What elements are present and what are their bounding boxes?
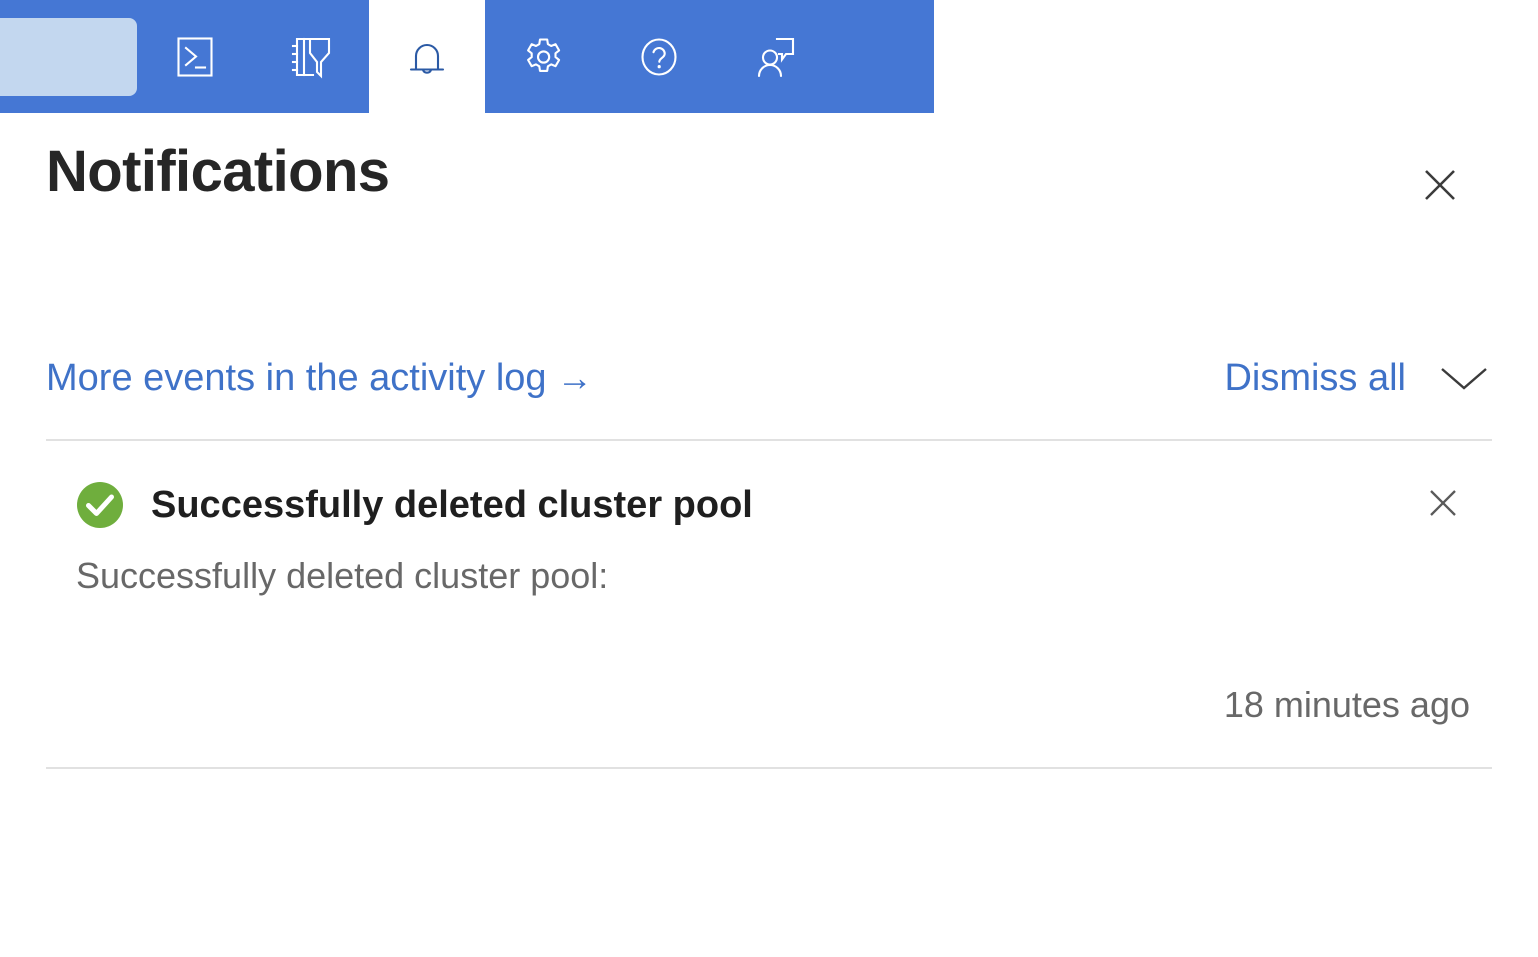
dismiss-notification-button[interactable]	[1415, 477, 1471, 533]
chevron-down-icon[interactable]	[1436, 361, 1492, 395]
arrow-right-icon: →	[557, 360, 593, 396]
topbar-button-settings[interactable]	[485, 0, 601, 113]
notification-description: Successfully deleted cluster pool:	[76, 558, 608, 594]
topbar-button-notifications[interactable]	[369, 0, 485, 113]
top-command-bar	[0, 0, 934, 113]
notification-title: Successfully deleted cluster pool	[151, 486, 753, 524]
dismiss-all-button[interactable]: Dismiss all	[1224, 348, 1492, 408]
directories-filter-icon	[285, 31, 337, 83]
divider-below-list	[46, 767, 1492, 769]
feedback-person-icon	[749, 31, 801, 83]
notification-timestamp: 18 minutes ago	[1224, 687, 1470, 723]
gear-icon	[517, 31, 569, 83]
topbar-button-help[interactable]	[601, 0, 717, 113]
close-icon	[1420, 480, 1466, 531]
question-circle-icon	[633, 31, 685, 83]
success-check-circle-icon	[76, 481, 124, 529]
dismiss-all-label: Dismiss all	[1224, 359, 1406, 397]
activity-log-link-label: More events in the activity log	[46, 348, 547, 408]
topbar-button-directories-subscriptions[interactable]	[253, 0, 369, 113]
notifications-action-row: More events in the activity log → Dismis…	[0, 348, 1538, 408]
page-title: Notifications	[46, 143, 389, 201]
close-icon	[1414, 159, 1466, 216]
notification-title-row: Successfully deleted cluster pool	[76, 481, 753, 529]
bell-icon	[401, 31, 453, 83]
top-command-bar-icons	[137, 0, 934, 113]
topbar-button-cloud-shell[interactable]	[137, 0, 253, 113]
notifications-panel-header: Notifications	[0, 113, 1538, 263]
topbar-button-feedback[interactable]	[717, 0, 833, 113]
global-search-container[interactable]	[0, 0, 137, 113]
notification-list-item[interactable]: Successfully deleted cluster pool Succes…	[0, 441, 1538, 767]
activity-log-link[interactable]: More events in the activity log →	[46, 348, 593, 408]
global-search-input[interactable]	[0, 18, 137, 96]
close-panel-button[interactable]	[1408, 155, 1472, 219]
cloud-shell-icon	[169, 31, 221, 83]
